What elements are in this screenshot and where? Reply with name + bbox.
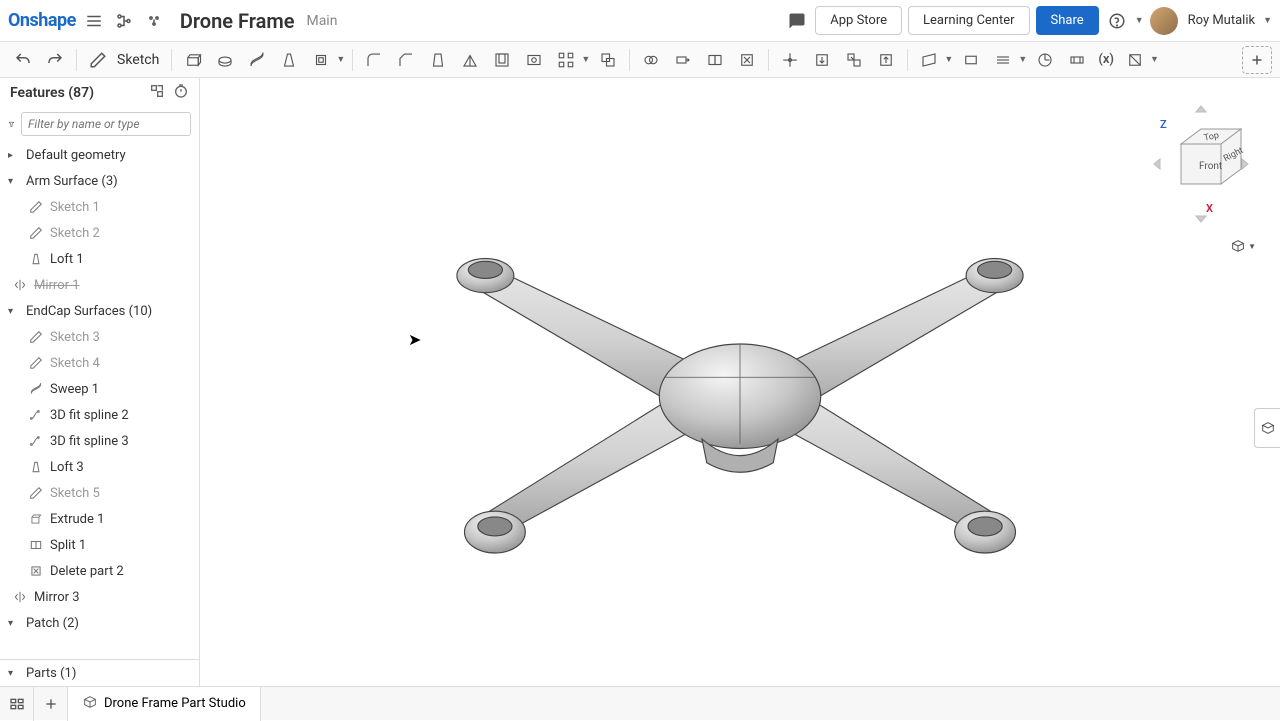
svg-text:Z: Z <box>1160 118 1167 131</box>
chamfer-tool[interactable] <box>391 46 421 74</box>
section-view-tool[interactable] <box>1120 46 1150 74</box>
parts-section[interactable]: ▾ Parts (1) <box>0 660 199 686</box>
feature-item[interactable]: Split 1 <box>0 532 199 558</box>
variable-tool[interactable]: (x) <box>1094 46 1118 74</box>
feature-item[interactable]: Loft 3 <box>0 454 199 480</box>
redo-button[interactable] <box>40 46 70 74</box>
replace-face-tool[interactable] <box>700 46 730 74</box>
svg-text:Front: Front <box>1199 161 1222 172</box>
feature-item[interactable]: Sketch 4 <box>0 350 199 376</box>
custom-features-button[interactable] <box>1242 46 1272 74</box>
plane-dropdown[interactable]: ▼ <box>944 54 954 65</box>
derived-tool[interactable] <box>839 46 869 74</box>
app-store-button[interactable]: App Store <box>815 6 902 35</box>
rotate-view-button[interactable]: ▼ <box>1230 233 1256 259</box>
loft-tool[interactable] <box>274 46 304 74</box>
pattern-dropdown[interactable]: ▼ <box>581 54 591 65</box>
boolean-tool[interactable] <box>593 46 623 74</box>
thicken-tool[interactable] <box>306 46 336 74</box>
section-dropdown[interactable]: ▼ <box>1150 54 1160 65</box>
viewport[interactable]: Front Right Top Z X ▼ ➤ <box>200 78 1280 686</box>
add-tab-button[interactable] <box>34 687 68 721</box>
transform-tool[interactable] <box>775 46 805 74</box>
menu-icon[interactable] <box>82 9 106 33</box>
feature-group[interactable]: ▸Default geometry <box>0 142 199 168</box>
feature-dropdown[interactable]: ▼ <box>336 54 346 65</box>
feature-item[interactable]: Extrude 1 <box>0 506 199 532</box>
feature-item[interactable]: Sketch 2 <box>0 220 199 246</box>
undo-button[interactable] <box>8 46 38 74</box>
tab-manager-button[interactable] <box>0 687 34 721</box>
comments-icon[interactable] <box>785 9 809 33</box>
rollback-icon[interactable] <box>149 83 165 103</box>
logo[interactable]: Onshape <box>8 10 76 31</box>
draft-tool[interactable] <box>423 46 453 74</box>
share-button[interactable]: Share <box>1036 6 1099 35</box>
timer-icon[interactable] <box>173 83 189 103</box>
import-tool[interactable] <box>807 46 837 74</box>
move-face-tool[interactable] <box>668 46 698 74</box>
feature-item[interactable]: Sketch 3 <box>0 324 199 350</box>
view-cube[interactable]: Front Right Top Z X <box>1146 94 1256 234</box>
feature-group[interactable]: ▾Patch (2) <box>0 610 199 636</box>
plane-tool[interactable] <box>914 46 944 74</box>
feature-item-suppressed[interactable]: Mirror 1 <box>0 272 199 298</box>
feature-item[interactable]: Loft 1 <box>0 246 199 272</box>
sheet-metal-tool[interactable] <box>956 46 986 74</box>
feature-item[interactable]: Delete part 2 <box>0 558 199 584</box>
features-heading: Features (87) <box>10 85 94 101</box>
tab-label: Drone Frame Part Studio <box>104 696 246 711</box>
tab-part-studio[interactable]: Drone Frame Part Studio <box>68 687 261 721</box>
feature-item[interactable]: 3D fit spline 3 <box>0 428 199 454</box>
part-studio-icon <box>82 694 98 714</box>
pattern-tool[interactable] <box>551 46 581 74</box>
feature-item[interactable]: Mirror 3 <box>0 584 199 610</box>
feature-item[interactable]: Sketch 5 <box>0 480 199 506</box>
svg-text:X: X <box>1206 202 1213 215</box>
user-name[interactable]: Roy Mutalik <box>1188 13 1255 28</box>
learning-center-button[interactable]: Learning Center <box>908 6 1030 35</box>
composite-tool[interactable] <box>1062 46 1092 74</box>
feature-item[interactable]: 3D fit spline 2 <box>0 402 199 428</box>
helix-tool[interactable] <box>1030 46 1060 74</box>
extrude-tool[interactable] <box>178 46 208 74</box>
help-dropdown[interactable]: ▼ <box>1135 15 1144 26</box>
split-tool[interactable] <box>636 46 666 74</box>
cursor-icon: ➤ <box>408 330 421 349</box>
side-panel-toggle[interactable] <box>1254 408 1280 448</box>
parts-label: Parts (1) <box>26 666 76 681</box>
rib-tool[interactable] <box>455 46 485 74</box>
user-dropdown[interactable]: ▼ <box>1263 15 1272 26</box>
filter-icon[interactable] <box>8 114 15 134</box>
revolve-tool[interactable] <box>210 46 240 74</box>
document-title[interactable]: Drone Frame <box>180 9 295 33</box>
sketch-tool-icon[interactable] <box>83 46 113 74</box>
sketch-label[interactable]: Sketch <box>117 52 159 68</box>
tree-icon[interactable] <box>112 9 136 33</box>
frame-dropdown[interactable]: ▼ <box>1018 54 1028 65</box>
branch-label[interactable]: Main <box>306 13 337 29</box>
help-icon[interactable] <box>1105 9 1129 33</box>
sweep-tool[interactable] <box>242 46 272 74</box>
hole-tool[interactable] <box>519 46 549 74</box>
delete-face-tool[interactable] <box>732 46 762 74</box>
feature-group[interactable]: ▾Arm Surface (3) <box>0 168 199 194</box>
shell-tool[interactable] <box>487 46 517 74</box>
avatar[interactable] <box>1150 7 1178 35</box>
filter-input[interactable] <box>21 112 191 136</box>
export-tool[interactable] <box>871 46 901 74</box>
fillet-tool[interactable] <box>359 46 389 74</box>
feature-item[interactable]: Sketch 1 <box>0 194 199 220</box>
feature-group[interactable]: ▾EndCap Surfaces (10) <box>0 298 199 324</box>
feature-item[interactable]: Sweep 1 <box>0 376 199 402</box>
insert-icon[interactable] <box>142 9 166 33</box>
frame-tool[interactable] <box>988 46 1018 74</box>
